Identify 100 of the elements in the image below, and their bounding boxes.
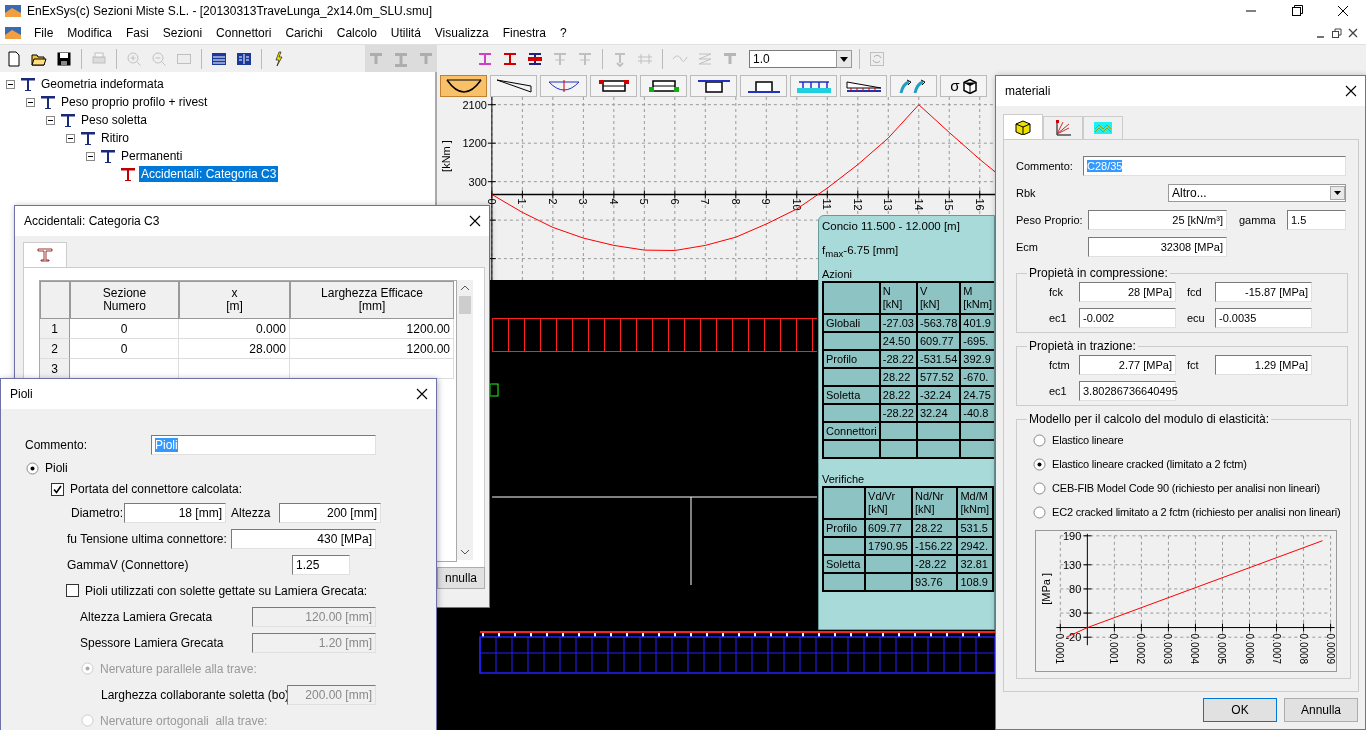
ok-button[interactable]: OK (1203, 698, 1277, 722)
radio-button[interactable] (1033, 505, 1046, 519)
value-field[interactable]: -0.0035 (1215, 308, 1312, 328)
menu-item[interactable]: Fasi (119, 26, 156, 40)
table-cell[interactable]: 0 (70, 339, 179, 359)
menu-item[interactable]: ? (553, 26, 574, 40)
collapse-icon[interactable] (26, 97, 35, 107)
collapse-icon[interactable] (46, 115, 55, 125)
radio-button[interactable] (1033, 481, 1046, 495)
diagram-button[interactable] (690, 75, 737, 97)
radio-button[interactable] (26, 461, 39, 475)
scroll-down-icon[interactable] (460, 548, 470, 556)
grid-icon[interactable] (211, 50, 227, 67)
scroll-thumb[interactable] (459, 296, 471, 314)
option-label: Portata del connettore calcolata: (70, 482, 243, 496)
value-field[interactable]: 1.29 [MPa] (1215, 355, 1312, 375)
gamma-field[interactable]: 1.25 (292, 554, 350, 575)
app-icon (5, 3, 21, 19)
field-label: fctm (1048, 359, 1071, 371)
dialog-title: Accidentali: Categoria C3 (24, 214, 160, 228)
close-icon[interactable] (416, 388, 428, 400)
tick-label: 300 (468, 175, 487, 188)
header-cell (40, 281, 70, 319)
value-field[interactable]: 3.80286736640495 (1079, 381, 1176, 401)
value-field[interactable]: -15.87 [MPa] (1215, 282, 1312, 302)
ecm-field[interactable]: 32308 [MPa] (1088, 236, 1227, 257)
menu-item[interactable]: Utilitá (383, 26, 428, 40)
value-field[interactable]: -0.002 (1079, 308, 1176, 328)
tree-item[interactable]: Accidentali: Categoria C3 (139, 166, 279, 182)
tree-item[interactable]: Geometria indeformata (39, 76, 166, 92)
cancel-button[interactable]: nnulla (437, 567, 485, 589)
close-icon[interactable] (469, 215, 481, 227)
weight-field[interactable]: 25 [kN/m³] (1088, 209, 1227, 230)
table-cell (823, 487, 866, 519)
menu-item[interactable]: Visualizza (427, 26, 496, 40)
menu-item[interactable]: Carichi (278, 26, 330, 40)
beam-cursor-icon[interactable] (477, 50, 493, 67)
cancel-button[interactable]: Annulla (1284, 698, 1358, 722)
tick-label: 0.0006 (1243, 633, 1255, 665)
diameter-field[interactable]: 18 [mm] (124, 502, 226, 523)
diagram-button[interactable] (440, 75, 487, 97)
save-icon[interactable] (56, 50, 72, 67)
close-icon[interactable] (1345, 85, 1357, 97)
tick-label: 190 (1063, 531, 1082, 542)
menu-item[interactable]: Sezioni (155, 26, 210, 40)
checkbox[interactable] (66, 584, 79, 597)
diagram-button[interactable] (590, 75, 637, 97)
diagram-button[interactable] (840, 75, 887, 97)
new-icon[interactable] (6, 50, 22, 67)
value-field[interactable]: 28 [MPa] (1079, 282, 1176, 302)
menu-item[interactable]: File (27, 26, 61, 40)
checkbox[interactable] (51, 482, 64, 496)
tree-item[interactable]: Ritiro (99, 130, 131, 146)
menu-item[interactable]: Connettori (209, 26, 279, 40)
tree-item[interactable]: Permanenti (119, 148, 185, 164)
field-label: Spessore Lamiera Grecata (80, 635, 225, 650)
tick-label: 5 (638, 198, 651, 205)
gamma-field[interactable]: 1.5 (1287, 209, 1346, 230)
beam-highlight-icon[interactable] (502, 50, 518, 67)
tick-label: 0.0005 (1216, 633, 1228, 665)
restore-icon[interactable] (1330, 26, 1344, 40)
collapse-icon[interactable] (66, 133, 75, 143)
diagram-button[interactable]: σ (940, 75, 987, 97)
axis-label: [MPa ] (1040, 573, 1052, 605)
close-icon[interactable] (1346, 26, 1360, 40)
radio-button[interactable] (1033, 433, 1046, 447)
tab[interactable] (1003, 114, 1043, 139)
menu-item[interactable]: Modifica (60, 26, 120, 40)
tick-label: 13 (882, 198, 895, 211)
table-cell[interactable]: 1200.00 (290, 339, 454, 359)
diagram-button[interactable] (490, 75, 537, 97)
collapse-icon[interactable] (6, 79, 15, 89)
menu-item[interactable]: Calcolo (329, 26, 384, 40)
beam-section-icon (40, 94, 56, 110)
scrollbar[interactable] (457, 280, 473, 560)
scale-dropdown[interactable]: 1.0 (749, 49, 837, 68)
connectors-diagram-icon (794, 78, 833, 94)
radio-button[interactable] (1033, 457, 1046, 471)
menu-item[interactable]: Finestra (495, 26, 553, 40)
shear-diagram-icon (494, 78, 533, 94)
table-cell[interactable]: 0.000 (179, 319, 290, 339)
diagram-button[interactable] (740, 75, 787, 97)
field-label: ecu (1186, 312, 1206, 324)
tree-item[interactable]: Peso soletta (79, 112, 150, 128)
strength-field[interactable]: 430 [MPa] (231, 528, 376, 549)
collapse-icon[interactable] (86, 151, 95, 161)
table-cell[interactable]: 1200.00 (290, 319, 454, 339)
tick-label: 0.0004 (1189, 633, 1201, 665)
scroll-up-icon[interactable] (460, 284, 470, 292)
table-cell[interactable]: 0 (70, 319, 179, 339)
value-field[interactable]: 2.77 [MPa] (1079, 355, 1176, 375)
column-header: Md/M [kNm] (957, 487, 993, 519)
diagram-button[interactable] (640, 75, 687, 97)
height-field[interactable]: 200 [mm] (279, 502, 381, 523)
rbk-dropdown[interactable]: Altro... (1168, 183, 1346, 202)
column-header: N [kN] (879, 282, 917, 314)
columns-icon[interactable] (236, 50, 252, 67)
tick-label: -20 (1065, 631, 1082, 644)
tree-item[interactable]: Peso proprio profilo + rivest (59, 94, 210, 110)
table-cell[interactable]: 28.000 (179, 339, 290, 359)
